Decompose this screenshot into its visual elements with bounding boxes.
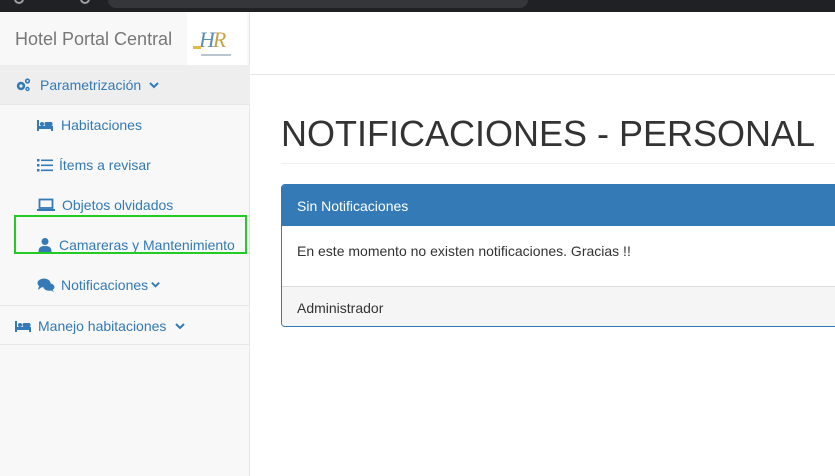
chevron-down-icon [175, 323, 185, 330]
bed-icon [15, 321, 31, 332]
brand-logo: HR [187, 12, 247, 65]
brand[interactable]: Hotel Portal Central HR [0, 12, 250, 65]
laptop-icon [37, 198, 55, 211]
top-navbar [250, 12, 835, 75]
panel-footer: Administrador [282, 286, 835, 326]
sidebar-item-label: Notificaciones [61, 277, 149, 293]
title-divider [281, 163, 835, 164]
logo-stroke [193, 46, 201, 49]
notifications-panel: Sin Notificaciones En este momento no ex… [281, 184, 835, 327]
back-icon[interactable] [14, 0, 24, 4]
sidebar-section-manejo-habitaciones[interactable]: Manejo habitaciones [0, 305, 250, 345]
comments-icon [37, 278, 55, 292]
sidebar-item-notificaciones[interactable]: Notificaciones [0, 265, 250, 305]
address-bar[interactable] [108, 0, 528, 8]
panel-heading-text: Sin Notificaciones [297, 198, 409, 214]
bed-icon [37, 120, 53, 131]
chevron-down-icon [149, 82, 159, 89]
sidebar-item-label: Objetos olvidados [62, 197, 174, 213]
chevron-down-icon [151, 282, 160, 288]
page-title: NOTIFICACIONES - PERSONAL [281, 113, 816, 154]
reload-icon[interactable] [80, 0, 90, 4]
sidebar-section-parametrizacion[interactable]: Parametrización [0, 65, 250, 105]
panel-body-text: En este momento no existen notificacione… [297, 243, 631, 259]
sidebar-item-label: Ítems a revisar [59, 157, 151, 173]
brand-title[interactable]: Hotel Portal Central [15, 29, 172, 50]
sidebar-item-label: Habitaciones [61, 117, 142, 133]
sidebar-item-habitaciones[interactable]: Habitaciones [0, 105, 250, 145]
sidebar-item-items-a-revisar[interactable]: Ítems a revisar [0, 145, 250, 185]
logo-tagline [201, 54, 231, 56]
cogs-icon [16, 78, 31, 92]
selection-highlight [14, 215, 247, 254]
sidebar-section-label: Parametrización [40, 77, 142, 93]
logo-mark: HR [199, 27, 226, 52]
panel-footer-text: Administrador [297, 300, 384, 316]
panel-heading: Sin Notificaciones [282, 185, 835, 226]
browser-toolbar [0, 0, 835, 12]
sidebar-section-label: Manejo habitaciones [38, 318, 167, 334]
list-icon [37, 159, 53, 172]
